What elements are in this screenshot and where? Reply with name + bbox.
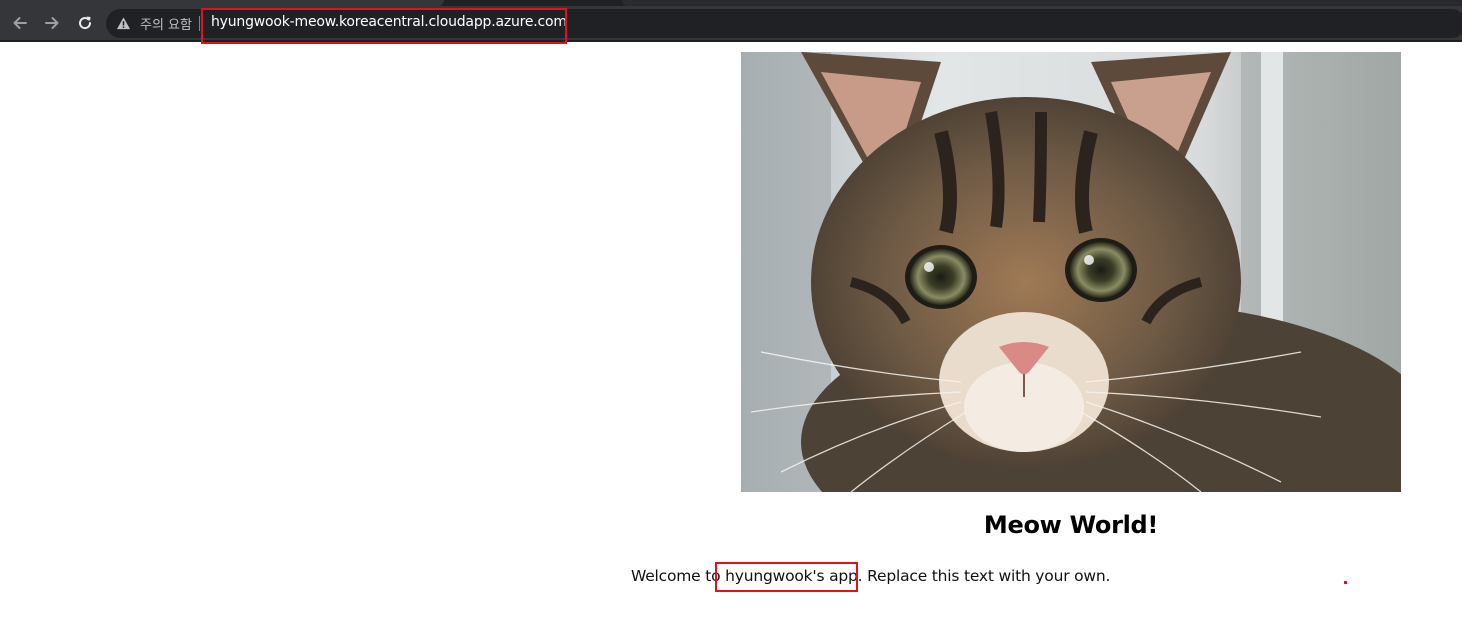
reload-icon[interactable] [72,10,98,36]
forward-arrow-icon[interactable] [39,10,65,36]
welcome-suffix: Replace this text with your own. [862,567,1111,585]
app-name: hyungwook's app. [725,567,863,585]
security-status-label[interactable]: 주의 요함 [140,14,192,33]
page-title: Meow World! [983,511,1159,539]
warning-triangle-icon[interactable] [116,16,131,31]
welcome-prefix: Welcome to [631,567,726,585]
cat-photo [741,52,1401,492]
address-bar-divider [199,16,200,31]
address-bar[interactable]: 주의 요함 hyungwook-meow.koreacentral.clouda… [106,9,1462,38]
welcome-message: Welcome to hyungwook's app. Replace this… [631,567,1110,585]
url-text[interactable]: hyungwook-meow.koreacentral.cloudapp.azu… [211,14,567,30]
back-arrow-icon[interactable] [7,10,33,36]
stray-mark [1344,581,1347,584]
browser-toolbar: 주의 요함 hyungwook-meow.koreacentral.clouda… [0,6,1462,42]
